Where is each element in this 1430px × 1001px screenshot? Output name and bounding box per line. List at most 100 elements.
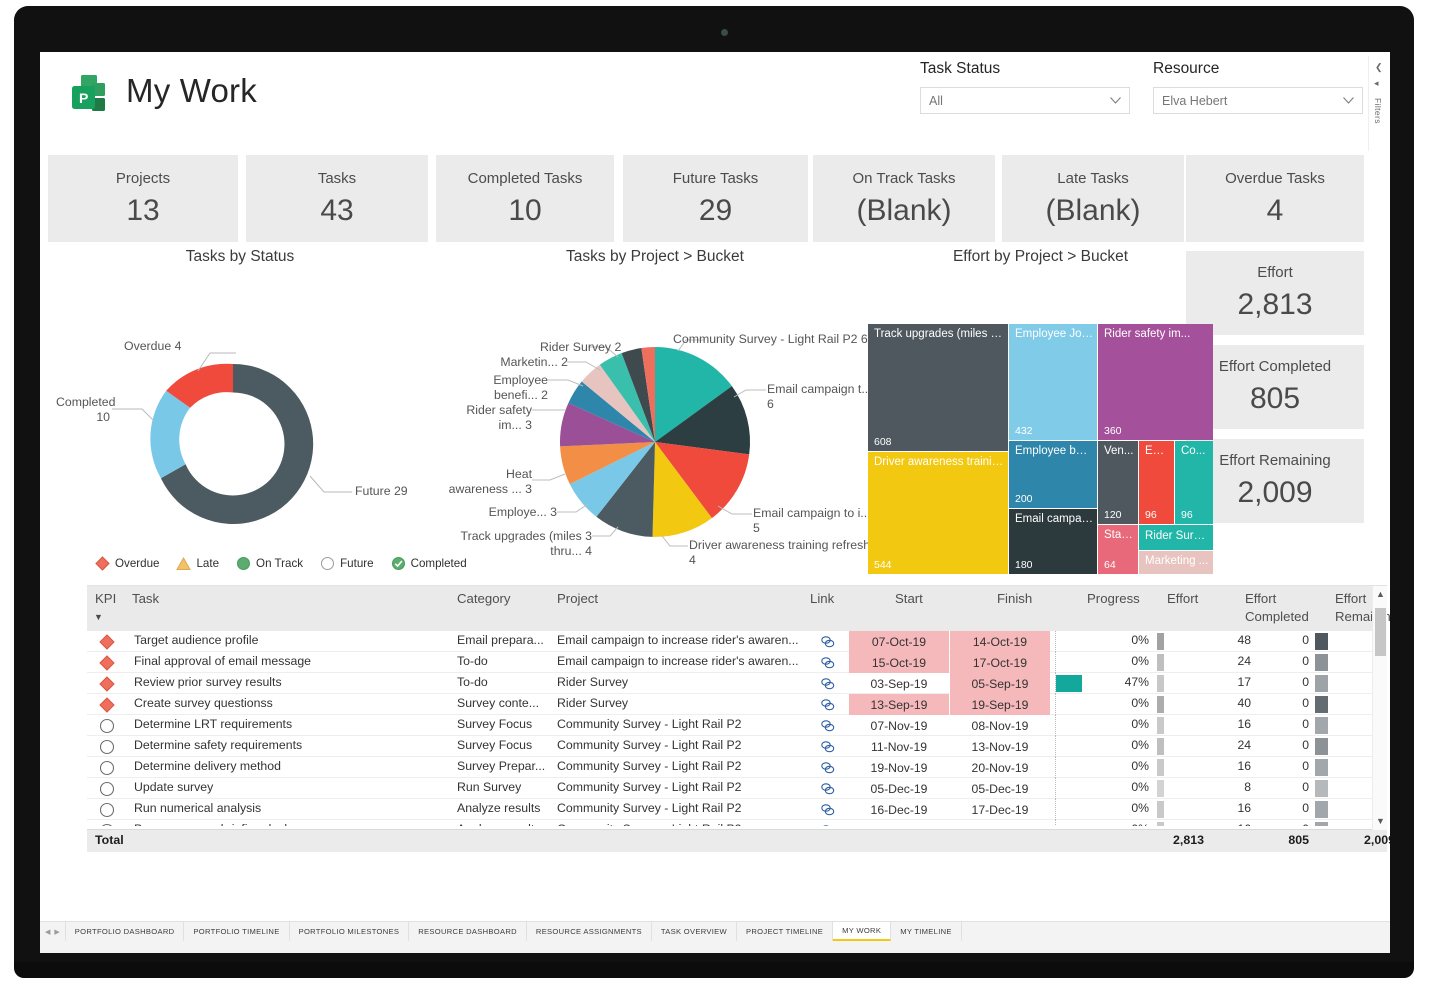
cell-category: Analyze results (457, 801, 552, 815)
tasks-by-project-pie[interactable]: Rider Survey 2 Marketin... 2 Employee be… (440, 324, 870, 574)
webcam-icon (721, 29, 728, 36)
treemap-node-co[interactable]: Co... 96 (1175, 441, 1213, 524)
cell-start: 13-Sep-19 (849, 694, 949, 715)
kpi-label: On Track Tasks (852, 170, 955, 187)
tasks-by-status-donut[interactable]: Overdue 4 Completed 10 Future 29 (50, 324, 465, 549)
table-row[interactable]: Create survey questionssSurvey conte...R… (87, 694, 1387, 715)
report-tab-project-timeline[interactable]: PROJECT TIMELINE (737, 922, 833, 941)
effort-value: 8 (1244, 780, 1251, 794)
sort-caret-icon[interactable]: ▼ (94, 612, 103, 622)
task-status-select[interactable]: All (920, 87, 1130, 114)
col-header-project[interactable]: Project (557, 590, 598, 608)
cell-project: Rider Survey (557, 675, 802, 689)
link-icon[interactable] (820, 698, 836, 712)
kpi-card-projects[interactable]: Projects 13 (48, 155, 238, 242)
link-icon[interactable] (820, 719, 836, 733)
table-row[interactable]: Target audience profileEmail prepara...E… (87, 631, 1387, 652)
tasks-table[interactable]: KPI Task Category Project Link Start Fin… (87, 585, 1387, 852)
link-icon[interactable] (820, 656, 836, 670)
cell-effort: 16 (1157, 799, 1257, 820)
treemap-node-em[interactable]: Em... 96 (1139, 441, 1174, 524)
resource-select[interactable]: Elva Hebert (1153, 87, 1363, 114)
filters-pane-rail[interactable]: ❮ ◂ Filters (1368, 56, 1390, 151)
tab-nav-arrows[interactable]: ◀ ▶ (40, 922, 66, 941)
col-header-start[interactable]: Start (895, 590, 923, 608)
kpi-card-completed-tasks[interactable]: Completed Tasks 10 (436, 155, 614, 242)
table-row[interactable]: Review prior survey resultsTo-doRider Su… (87, 673, 1387, 694)
report-tab-my-work[interactable]: MY WORK (833, 922, 891, 941)
legend-item-on-track[interactable]: On Track (236, 556, 303, 571)
treemap-node-rider-safety[interactable]: Rider safety im... 360 (1098, 324, 1213, 440)
filter-icon[interactable]: ◂ (1374, 78, 1379, 89)
treemap-node-stations[interactable]: Stati... 64 (1098, 525, 1138, 574)
scrollbar-thumb[interactable] (1375, 608, 1386, 656)
cell-finish: 20-Nov-19 (950, 757, 1050, 778)
kpi-card-late-tasks[interactable]: Late Tasks (Blank) (1002, 155, 1184, 242)
effort-by-project-treemap[interactable]: Track upgrades (miles 3 ... 608 Driver a… (868, 324, 1213, 574)
legend-item-overdue[interactable]: Overdue (95, 556, 159, 571)
link-icon[interactable] (820, 761, 836, 775)
treemap-node-rider-survey[interactable]: Rider Survey (1139, 525, 1213, 550)
treemap-node-track-upgrades[interactable]: Track upgrades (miles 3 ... 608 (868, 324, 1008, 451)
link-icon[interactable] (820, 824, 836, 826)
col-header-effort-completed[interactable]: Effort Completed (1245, 590, 1321, 626)
kpi-card-future-tasks[interactable]: Future Tasks 29 (623, 155, 808, 242)
report-tab-portfolio-timeline[interactable]: PORTFOLIO TIMELINE (184, 922, 289, 941)
treemap-node-employee-benefits[interactable]: Employee ben... 200 (1009, 441, 1097, 508)
effort-value: 16 (1237, 801, 1251, 815)
scroll-down-icon[interactable]: ▼ (1376, 816, 1385, 826)
treemap-node-vendor[interactable]: Ven... 120 (1098, 441, 1138, 524)
report-tab-resource-assignments[interactable]: RESOURCE ASSIGNMENTS (527, 922, 652, 941)
table-vertical-scrollbar[interactable]: ▲ ▼ (1372, 586, 1387, 830)
table-row[interactable]: Final approval of email messageTo-doEmai… (87, 652, 1387, 673)
report-tab-task-overview[interactable]: TASK OVERVIEW (652, 922, 737, 941)
col-header-finish[interactable]: Finish (997, 590, 1032, 608)
report-tab-portfolio-dashboard[interactable]: PORTFOLIO DASHBOARD (66, 922, 185, 941)
effort-value: 16 (1237, 717, 1251, 731)
report-page-tabs[interactable]: ◀ ▶ PORTFOLIO DASHBOARDPORTFOLIO TIMELIN… (40, 921, 1390, 941)
kpi-card-overdue-tasks[interactable]: Overdue Tasks 4 (1186, 155, 1364, 242)
treemap-node-driver-awareness[interactable]: Driver awareness trainin... 544 (868, 452, 1008, 574)
table-row[interactable]: Prepare survey briefing deckAnalyze resu… (87, 820, 1387, 826)
report-tab-resource-dashboard[interactable]: RESOURCE DASHBOARD (409, 922, 527, 941)
pie-label-employee: Employe... 3 (448, 505, 557, 519)
effort-bar (1157, 696, 1164, 713)
treemap-node-marketing[interactable]: Marketing ... (1139, 551, 1213, 574)
kpi-card-on-track-tasks[interactable]: On Track Tasks (Blank) (813, 155, 995, 242)
col-header-category[interactable]: Category (457, 590, 511, 608)
link-icon[interactable] (820, 740, 836, 754)
task-status-filter[interactable]: Task Status All (920, 60, 1130, 114)
col-header-link[interactable]: Link (810, 590, 834, 608)
link-icon[interactable] (820, 635, 836, 649)
scroll-up-icon[interactable]: ▲ (1376, 589, 1385, 599)
table-row[interactable]: Update surveyRun SurveyCommunity Survey … (87, 778, 1387, 799)
treemap-node-email-campaign[interactable]: Email campai... 180 (1009, 509, 1097, 574)
treemap-node-employee-job-fair[interactable]: Employee Job Fair 432 (1009, 324, 1097, 440)
resource-filter[interactable]: Resource Elva Hebert (1153, 60, 1363, 114)
tab-prev-icon[interactable]: ◀ (45, 928, 50, 936)
treemap-node-value: 432 (1015, 425, 1033, 437)
table-row[interactable]: Determine safety requirementsSurvey Focu… (87, 736, 1387, 757)
resource-filter-label: Resource (1153, 60, 1363, 78)
link-icon[interactable] (820, 782, 836, 796)
status-legend[interactable]: Overdue Late On Track Future (95, 553, 495, 573)
report-tab-portfolio-milestones[interactable]: PORTFOLIO MILESTONES (290, 922, 410, 941)
col-header-progress[interactable]: Progress (1087, 590, 1140, 608)
col-header-kpi[interactable]: KPI (95, 590, 116, 608)
col-header-effort[interactable]: Effort (1167, 590, 1198, 608)
report-tab-my-timeline[interactable]: MY TIMELINE (891, 922, 962, 941)
cell-progress: 0% (1055, 820, 1155, 826)
link-icon[interactable] (820, 803, 836, 817)
legend-item-late[interactable]: Late (176, 556, 219, 571)
link-icon[interactable] (820, 677, 836, 691)
cell-project: Community Survey - Light Rail P2 (557, 822, 802, 826)
tab-next-icon[interactable]: ▶ (54, 928, 59, 936)
table-body[interactable]: Target audience profileEmail prepara...E… (87, 631, 1387, 826)
kpi-card-tasks[interactable]: Tasks 43 (246, 155, 428, 242)
legend-item-future[interactable]: Future (320, 556, 374, 571)
table-row[interactable]: Run numerical analysisAnalyze resultsCom… (87, 799, 1387, 820)
table-row[interactable]: Determine delivery methodSurvey Prepar..… (87, 757, 1387, 778)
table-row[interactable]: Determine LRT requirementsSurvey FocusCo… (87, 715, 1387, 736)
collapse-icon[interactable]: ❮ (1375, 62, 1383, 73)
col-header-task[interactable]: Task (132, 590, 159, 608)
